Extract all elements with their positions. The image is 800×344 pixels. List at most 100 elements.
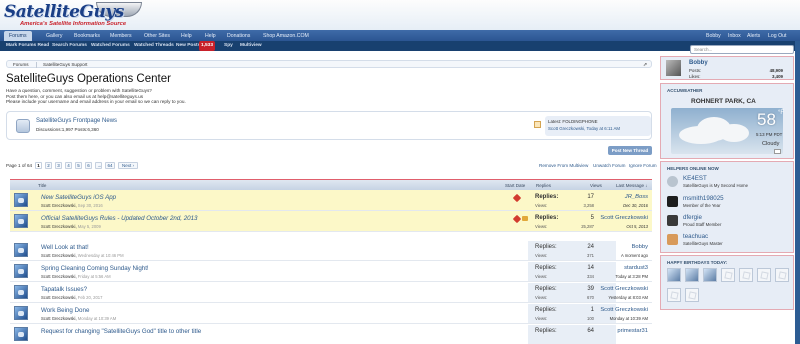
table-row[interactable]: Tapatalk Issues? Scott Greczkowski, Feb … bbox=[10, 282, 652, 303]
table-row[interactable]: Work Being Done Scott Greczkowski, Monda… bbox=[10, 303, 652, 324]
last-message-column-header[interactable]: Last Message ↓ bbox=[616, 183, 648, 188]
site-logo[interactable]: SatelliteGuys America's Satellite Inform… bbox=[4, 2, 142, 28]
thread-author[interactable]: Scott Greczkowski, bbox=[41, 253, 77, 258]
tab-bookmarks[interactable]: Bookmarks bbox=[74, 31, 100, 41]
last-poster-link[interactable]: stardust3 bbox=[582, 265, 648, 271]
watched-threads-link[interactable]: Watched Threads bbox=[134, 41, 174, 51]
last-poster-link[interactable]: primestar31 bbox=[582, 328, 648, 334]
avatar[interactable] bbox=[14, 306, 28, 320]
avatar[interactable] bbox=[666, 60, 681, 76]
avatar[interactable] bbox=[667, 234, 678, 245]
online-user[interactable]: KE4EST SatelliteGuys is My Second Home bbox=[667, 174, 791, 192]
next-page-link[interactable]: Next › bbox=[118, 162, 138, 169]
table-row[interactable]: Spring Cleaning Coming Sunday Night! Sco… bbox=[10, 261, 652, 282]
avatar[interactable] bbox=[14, 214, 28, 228]
tab-shop-amazon[interactable]: Shop Amazon.COM bbox=[263, 31, 309, 41]
tab-members[interactable]: Members bbox=[110, 31, 132, 41]
tab-help[interactable]: Help bbox=[181, 31, 192, 41]
user-link-logout[interactable]: Log Out bbox=[768, 31, 786, 41]
page-link[interactable]: 3 bbox=[55, 162, 62, 169]
online-user-name[interactable]: dfergie bbox=[683, 214, 702, 221]
watched-forums-link[interactable]: Watched Forums bbox=[91, 41, 130, 51]
spy-link[interactable]: Spy bbox=[224, 41, 233, 51]
online-user-name[interactable]: msmith198025 bbox=[683, 195, 724, 202]
thread-author[interactable]: Scott Greczkowski, bbox=[41, 224, 77, 229]
page-link[interactable]: 2 bbox=[45, 162, 52, 169]
avatar[interactable] bbox=[757, 268, 771, 282]
online-user[interactable]: msmith198025 Member of the Year bbox=[667, 194, 791, 212]
tab-donations[interactable]: Donations bbox=[227, 31, 250, 41]
views-column-header[interactable]: Views bbox=[590, 183, 602, 188]
posts-count[interactable]: 48,909 bbox=[770, 68, 783, 73]
subforum-link[interactable]: SatelliteGuys Frontpage News bbox=[36, 118, 117, 124]
tab-help-2[interactable]: Help bbox=[205, 31, 216, 41]
avatar[interactable] bbox=[667, 176, 678, 187]
online-user-name[interactable]: KE4EST bbox=[683, 175, 707, 182]
latest-meta[interactable]: Scott Greczkowski, Today at 6:11 AM bbox=[548, 126, 620, 131]
visitor-name-link[interactable]: Bobby bbox=[689, 60, 708, 66]
thread-author[interactable]: Scott Greczkowski, bbox=[41, 274, 77, 279]
page-jump-link[interactable]: → bbox=[95, 162, 102, 169]
breadcrumb-support[interactable]: SatelliteGuys Support bbox=[43, 62, 87, 67]
start-date-column-header[interactable]: Start Date bbox=[505, 183, 525, 188]
weather-expand-icon[interactable] bbox=[774, 149, 781, 154]
avatar[interactable] bbox=[14, 243, 28, 257]
thread-title-link[interactable]: New SatelliteGuys iOS App bbox=[41, 194, 116, 201]
thread-title-link[interactable]: Work Being Done bbox=[41, 307, 89, 314]
page-link[interactable]: 64 bbox=[105, 162, 115, 169]
last-poster-link[interactable]: Scott Greczkowski bbox=[582, 307, 648, 313]
replies-column-header[interactable]: Replies bbox=[536, 183, 551, 188]
thread-title-link[interactable]: Well Look at that! bbox=[41, 244, 89, 251]
thread-title-link[interactable]: Tapatalk Issues? bbox=[41, 286, 87, 293]
online-user[interactable]: dfergie Proud Staff Member bbox=[667, 213, 791, 231]
table-row[interactable]: Request for changing "SatelliteGuys God"… bbox=[10, 324, 652, 344]
thread-title-link[interactable]: Official SatelliteGuys Rules - Updated O… bbox=[41, 215, 198, 222]
tab-other-sites[interactable]: Other Sites bbox=[144, 31, 170, 41]
user-link-inbox[interactable]: Inbox bbox=[728, 31, 741, 41]
avatar[interactable] bbox=[703, 268, 717, 282]
title-column-header[interactable]: Title bbox=[38, 183, 46, 188]
unwatch-forum-link[interactable]: Unwatch Forum bbox=[593, 163, 625, 168]
remove-multiview-link[interactable]: Remove From Multiview bbox=[539, 163, 588, 168]
online-user-name[interactable]: teachuac bbox=[683, 233, 708, 240]
avatar[interactable] bbox=[14, 327, 28, 341]
multiview-link[interactable]: Multiview bbox=[240, 41, 262, 51]
jump-icon[interactable]: ⇗ bbox=[643, 62, 647, 68]
last-post-date[interactable]: A moment ago bbox=[582, 253, 648, 258]
latest-thread-link[interactable]: Latest: FOLDINGPHONE bbox=[548, 119, 598, 124]
last-post-date[interactable]: Monday at 10:39 AM bbox=[582, 316, 648, 321]
post-new-thread-button[interactable]: Post New Thread bbox=[608, 146, 652, 155]
last-poster-link[interactable]: JR_Boss bbox=[582, 194, 648, 200]
online-user[interactable]: teachuac SatelliteGuys Master bbox=[667, 232, 791, 250]
tab-forums[interactable]: Forums bbox=[4, 31, 32, 41]
user-link-bobby[interactable]: Bobby bbox=[706, 31, 721, 41]
new-posts-link[interactable]: New Posts bbox=[176, 41, 200, 51]
avatar[interactable] bbox=[14, 285, 28, 299]
thread-author[interactable]: Scott Greczkowski, bbox=[41, 295, 77, 300]
ignore-forum-link[interactable]: Ignore Forum bbox=[629, 163, 657, 168]
avatar[interactable] bbox=[775, 268, 789, 282]
mark-forums-read-link[interactable]: Mark Forums Read bbox=[6, 41, 49, 51]
thread-author[interactable]: Scott Greczkowski, bbox=[41, 203, 77, 208]
last-post-date[interactable]: Oct 5, 2013 bbox=[582, 224, 648, 229]
last-poster-link[interactable]: Scott Greczkowski bbox=[582, 286, 648, 292]
thread-author[interactable]: Scott Greczkowski, bbox=[41, 316, 77, 321]
breadcrumb-forums[interactable]: Forums bbox=[13, 62, 29, 67]
search-input[interactable]: Search... bbox=[690, 45, 794, 54]
page-link[interactable]: 1 bbox=[35, 162, 42, 169]
page-link[interactable]: 5 bbox=[75, 162, 82, 169]
last-post-date[interactable]: Dec 30, 2016 bbox=[582, 203, 648, 208]
table-row[interactable]: Well Look at that! Scott Greczkowski, We… bbox=[10, 240, 652, 261]
likes-count[interactable]: 3,409 bbox=[772, 74, 783, 79]
avatar[interactable] bbox=[721, 268, 735, 282]
avatar[interactable] bbox=[14, 193, 28, 207]
avatar[interactable] bbox=[14, 264, 28, 278]
last-poster-link[interactable]: Bobby bbox=[582, 244, 648, 250]
avatar[interactable] bbox=[667, 288, 681, 302]
tab-gallery[interactable]: Gallery bbox=[46, 31, 62, 41]
last-post-date[interactable]: Yesterday at 8:03 AM bbox=[582, 295, 648, 300]
avatar[interactable] bbox=[685, 288, 699, 302]
search-forums-link[interactable]: Search Forums bbox=[52, 41, 87, 51]
table-row[interactable]: New SatelliteGuys iOS App Scott Greczkow… bbox=[10, 190, 652, 211]
avatar[interactable] bbox=[667, 196, 678, 207]
